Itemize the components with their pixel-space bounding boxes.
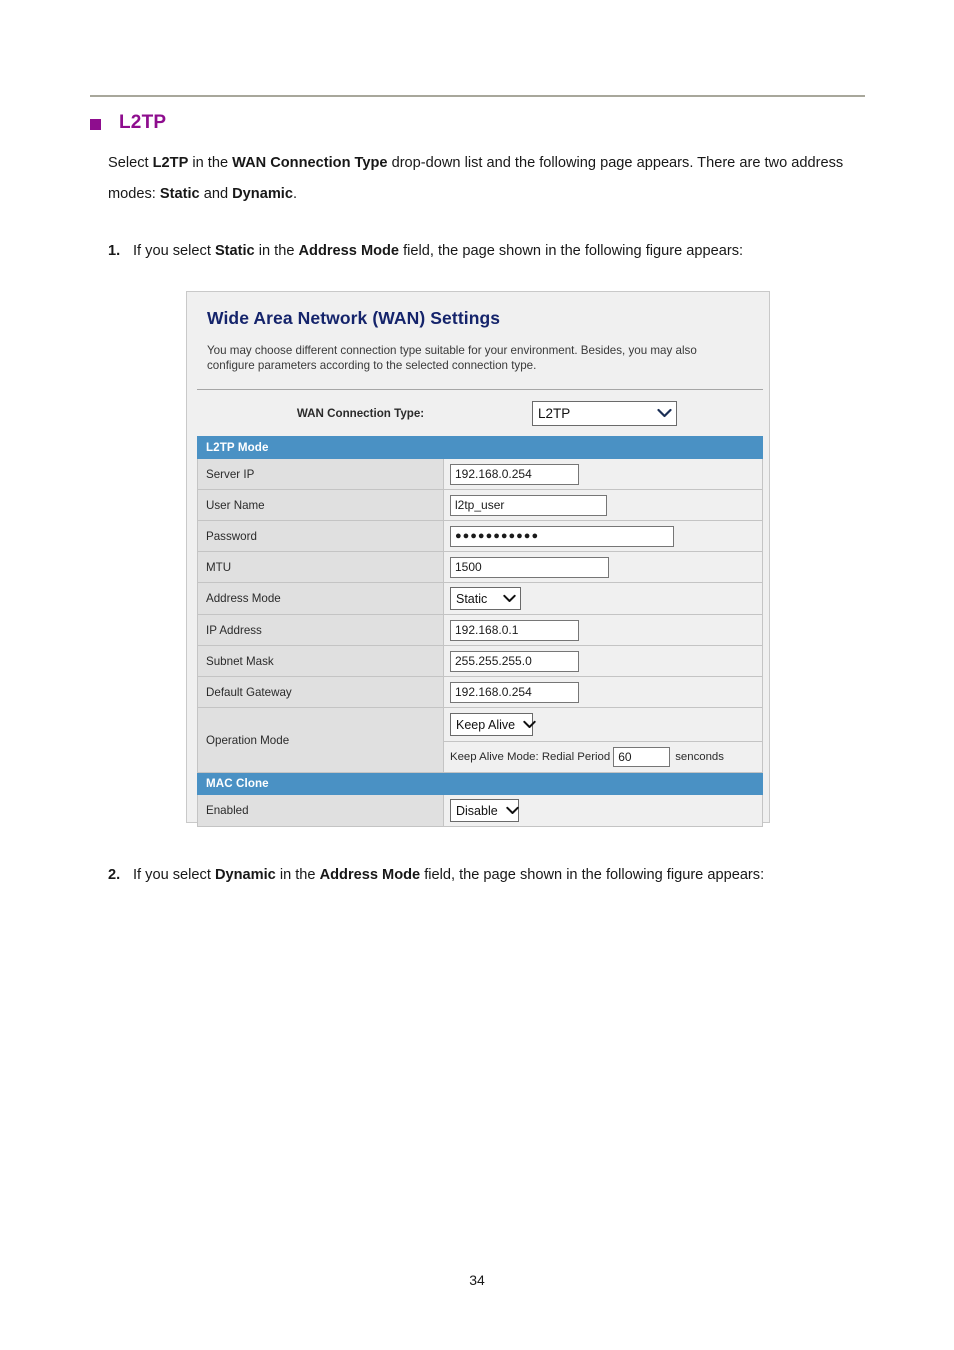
bullet-square-icon <box>90 118 101 130</box>
step-1-text-1: If you select <box>133 243 215 259</box>
table-row: Enabled Disable <box>197 794 763 827</box>
row-value-address-mode: Static <box>443 582 763 615</box>
intro-text-1: Select <box>108 155 153 171</box>
table-row-operation-mode: Operation Mode Keep Alive Keep Alive Mod… <box>197 707 763 773</box>
wan-connection-type-label: WAN Connection Type: <box>296 406 425 420</box>
section-header-mac-clone: MAC Clone <box>197 772 763 795</box>
row-label-server-ip: Server IP <box>197 458 444 490</box>
row-label-address-mode: Address Mode <box>197 582 444 615</box>
row-label-user-name: User Name <box>197 489 444 521</box>
chevron-down-icon <box>523 720 536 729</box>
row-value-password: ●●●●●●●●●●● <box>443 520 763 552</box>
row-label-password: Password <box>197 520 444 552</box>
row-label-mac-clone-enabled: Enabled <box>197 794 444 827</box>
redial-period-input[interactable]: 60 <box>613 747 671 767</box>
panel-description: You may choose different connection type… <box>207 344 697 372</box>
intro-bold-1: L2TP <box>152 155 189 171</box>
intro-bold-3: Static <box>159 186 200 202</box>
row-label-ip-address: IP Address <box>197 614 444 646</box>
wan-connection-type-value: L2TP <box>538 405 571 421</box>
operation-mode-select-row: Keep Alive <box>444 708 762 742</box>
step-2-number: 2. <box>108 867 121 883</box>
step-2-bold-1: Dynamic <box>214 867 276 883</box>
table-row: Default Gateway 192.168.0.254 <box>197 676 763 708</box>
default-gateway-input[interactable]: 192.168.0.254 <box>450 681 579 703</box>
row-label-mtu: MTU <box>197 551 444 583</box>
table-row: Address Mode Static <box>197 582 763 615</box>
row-label-subnet-mask: Subnet Mask <box>197 645 444 677</box>
section-heading: L2TP <box>90 112 870 134</box>
step-2-bold-2: Address Mode <box>319 867 421 883</box>
table-row: User Name l2tp_user <box>197 489 763 521</box>
mtu-input[interactable]: 1500 <box>450 556 609 578</box>
step-1: 1. If you select Static in the Address M… <box>90 236 870 266</box>
step-2-text: If you select Dynamic in the Address Mod… <box>133 860 870 890</box>
wan-settings-panel: Wide Area Network (WAN) Settings You may… <box>186 291 770 827</box>
header-divider <box>90 95 865 97</box>
server-ip-input[interactable]: 192.168.0.254 <box>450 463 579 485</box>
chevron-down-icon <box>505 806 519 815</box>
wan-settings-table: L2TP Mode Server IP 192.168.0.254 User N… <box>197 436 763 827</box>
table-row: IP Address 192.168.0.1 <box>197 614 763 646</box>
operation-mode-value: Keep Alive <box>456 717 516 732</box>
step-2: 2. If you select Dynamic in the Address … <box>90 860 870 890</box>
intro-text-4: and <box>199 186 233 202</box>
step-1-text-3: field, the page shown in the following f… <box>399 243 744 259</box>
step-1-text-2: in the <box>254 243 299 259</box>
section-header-l2tp-mode: L2TP Mode <box>197 436 763 459</box>
section-header-l2tp-mode-label: L2TP Mode <box>197 436 763 459</box>
subnet-mask-input[interactable]: 255.255.255.0 <box>450 650 579 672</box>
step-1-bold-2: Address Mode <box>298 243 400 259</box>
intro-bold-2: WAN Connection Type <box>232 155 388 171</box>
wan-connection-type-select[interactable]: L2TP <box>532 400 677 426</box>
table-row: Server IP 192.168.0.254 <box>197 458 763 490</box>
step-1-bold-1: Static <box>214 243 255 259</box>
row-value-mtu: 1500 <box>443 551 763 583</box>
section-header-mac-clone-label: MAC Clone <box>197 772 763 795</box>
address-mode-value: Static <box>456 591 488 606</box>
row-value-subnet-mask: 255.255.255.0 <box>443 645 763 677</box>
chevron-down-icon <box>657 408 672 418</box>
intro-text-2: in the <box>188 155 233 171</box>
row-value-mac-clone-enabled: Disable <box>443 794 763 827</box>
row-value-user-name: l2tp_user <box>443 489 763 521</box>
intro-bold-4: Dynamic <box>232 186 293 202</box>
document-body-lower: 2. If you select Dynamic in the Address … <box>90 860 870 890</box>
password-input[interactable]: ●●●●●●●●●●● <box>450 525 674 547</box>
step-2-text-2: in the <box>275 867 320 883</box>
step-2-text-3: field, the page shown in the following f… <box>420 867 765 883</box>
document-body: L2TP Select L2TP in the WAN Connection T… <box>90 112 870 266</box>
user-name-input[interactable]: l2tp_user <box>450 494 607 516</box>
step-1-number: 1. <box>108 243 121 259</box>
intro-text-5: . <box>292 186 298 202</box>
operation-mode-select[interactable]: Keep Alive <box>450 713 536 736</box>
mac-clone-enabled-value: Disable <box>456 803 498 818</box>
address-mode-select[interactable]: Static <box>450 587 521 610</box>
keep-alive-suffix-label: senconds <box>675 751 724 763</box>
wan-connection-type-row: WAN Connection Type: L2TP <box>187 390 769 436</box>
panel-title: Wide Area Network (WAN) Settings <box>207 308 501 328</box>
keep-alive-prefix-label: Keep Alive Mode: Redial Period <box>450 751 611 763</box>
intro-paragraph: Select L2TP in the WAN Connection Type d… <box>90 148 870 210</box>
row-label-default-gateway: Default Gateway <box>197 676 444 708</box>
row-value-ip-address: 192.168.0.1 <box>443 614 763 646</box>
table-row: Password ●●●●●●●●●●● <box>197 520 763 552</box>
mac-clone-enabled-select[interactable]: Disable <box>450 799 519 822</box>
chevron-down-icon <box>503 594 516 603</box>
page-number: 34 <box>469 1272 485 1288</box>
row-value-default-gateway: 192.168.0.254 <box>443 676 763 708</box>
table-row: Subnet Mask 255.255.255.0 <box>197 645 763 677</box>
row-value-operation-mode: Keep Alive Keep Alive Mode: Redial Perio… <box>443 707 763 773</box>
step-2-text-1: If you select <box>133 867 215 883</box>
row-label-operation-mode: Operation Mode <box>197 707 444 773</box>
row-value-server-ip: 192.168.0.254 <box>443 458 763 490</box>
table-row: MTU 1500 <box>197 551 763 583</box>
step-1-text: If you select Static in the Address Mode… <box>133 236 870 266</box>
page-title: L2TP <box>119 112 167 133</box>
keep-alive-redial-row: Keep Alive Mode: Redial Period 60 sencon… <box>444 742 762 772</box>
ip-address-input[interactable]: 192.168.0.1 <box>450 619 579 641</box>
